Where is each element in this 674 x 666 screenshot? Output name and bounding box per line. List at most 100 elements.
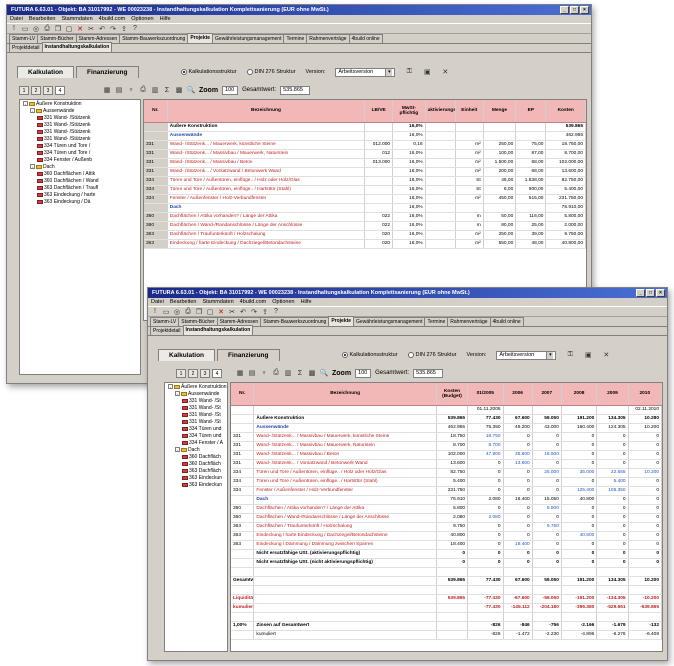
chart-icon[interactable]: ▥ <box>284 369 292 377</box>
table-row[interactable]: 1,00% Zinsen auf Gesamtwert -826 -846 -756 -2… <box>231 621 662 631</box>
zoom-input[interactable]: 100 <box>355 368 372 378</box>
copy-icon[interactable]: ❐ <box>195 308 203 316</box>
column-header[interactable]: LB/VE <box>364 100 394 123</box>
tab-item[interactable]: Gewährleistungsmanagement <box>353 317 426 326</box>
info-icon[interactable]: ! <box>10 25 18 33</box>
level-button[interactable]: 1 <box>19 85 29 95</box>
tab-item[interactable]: Termine <box>283 34 308 43</box>
expand-toggle[interactable]: - <box>175 447 180 452</box>
tree-item[interactable]: 360 Dachfläch <box>165 453 227 460</box>
menu-item[interactable]: 4build.com <box>99 16 126 22</box>
column-header[interactable]: Bezeichnung <box>253 383 437 406</box>
calc-icon[interactable]: ▩ <box>175 86 183 94</box>
tab-item[interactable]: Stamm-LV <box>9 34 39 43</box>
tree-item[interactable]: 331 Wand- /Stützenk <box>20 128 140 135</box>
redo-icon[interactable]: ↷ <box>109 25 117 33</box>
minimize-button[interactable]: _ <box>636 289 645 297</box>
chart-icon[interactable]: ▥ <box>151 86 159 94</box>
sum-icon[interactable]: Σ <box>163 86 171 94</box>
column-header[interactable]: Menge <box>483 100 517 123</box>
column-header[interactable]: 2009 <box>596 383 629 406</box>
minimize-button[interactable]: _ <box>560 6 569 14</box>
tree-item[interactable]: 331 Wand- /St <box>165 418 227 425</box>
expand-toggle[interactable]: - <box>23 101 28 106</box>
lock-icon[interactable]: ⚿ <box>566 351 574 359</box>
copy-icon[interactable]: ❐ <box>54 25 62 33</box>
tree-item[interactable]: - Dach <box>20 163 140 170</box>
subtab-item[interactable]: Instandhaltungskalkulation <box>41 42 113 52</box>
tree-item[interactable]: 360 Dachflächen / Wand <box>20 177 140 184</box>
table-row[interactable]: Äußere Konstruktion 16,0% 539.865 <box>144 122 586 132</box>
tree-item[interactable]: 334 Fenster / Außenb <box>20 156 140 163</box>
table-row[interactable]: Dach 16,0% 76.910,00 <box>144 203 586 213</box>
radio-din276[interactable]: DIN 276 Struktur <box>246 69 295 75</box>
tree-item[interactable]: 334 Türen und <box>165 432 227 439</box>
menu-item[interactable]: Stammdaten <box>202 299 233 305</box>
column-header[interactable]: Bezeichnung <box>167 100 366 123</box>
tree-item[interactable]: 334 Türen und Tore / <box>20 149 140 156</box>
tree-item[interactable]: - Aussenwände <box>20 107 140 114</box>
column-header[interactable]: aktivierungspfl. <box>425 100 456 123</box>
table-row[interactable]: 334 Türen und Tore / Außentüren, einflüge… <box>231 477 662 487</box>
table-row[interactable]: 331 Wand- /Stützenk... / Mauerwerk, künst… <box>144 140 586 150</box>
menu-item[interactable]: Datei <box>10 16 23 22</box>
tree-item[interactable]: 331 Wand- /Stützenk <box>20 114 140 121</box>
tree-item[interactable]: 331 Wand- /St <box>165 411 227 418</box>
tab-finanzierung[interactable]: Finanzierung <box>76 66 139 78</box>
tab-item[interactable]: Stamm-Bauwerkszuordnung <box>119 34 189 43</box>
tree-item[interactable]: - Aussenwände <box>165 390 227 397</box>
subtab-item[interactable]: Instandhaltungskalkulation <box>182 325 254 335</box>
column-header[interactable]: 2008 <box>561 383 598 406</box>
maximize-button[interactable]: □ <box>570 6 579 14</box>
version-select[interactable]: Arbeitsversion ▾ <box>335 67 396 77</box>
save-icon[interactable]: ▣ <box>423 68 431 76</box>
radio-kalkulationsstruktur[interactable]: Kalkulationsstruktur <box>341 352 398 358</box>
menu-item[interactable]: Stammdaten <box>61 16 92 22</box>
open-icon[interactable]: ◎ <box>32 25 40 33</box>
lock-icon[interactable]: ⚿ <box>405 68 413 76</box>
table-row[interactable]: 363 Dachflächen / Traufunterkünft / Holzs… <box>144 230 586 240</box>
tree-item[interactable]: 363 Eindeckung / Dä <box>20 198 140 205</box>
table-row[interactable]: kumuliert -77.430 -145.112 -204.180 -395.380… <box>231 603 662 613</box>
table-row[interactable]: 331 Wand- /Stützenk... / Vorsatzwand / Be… <box>231 459 662 469</box>
subtab-item[interactable]: Projektdetail <box>9 43 43 52</box>
help-icon[interactable]: ? <box>272 308 280 316</box>
info-icon[interactable]: ! <box>151 308 159 316</box>
table-row[interactable]: 363 Eindeckung / Dämmung / Dämmung zwisch… <box>231 540 662 550</box>
menu-item[interactable]: Datei <box>151 299 164 305</box>
save-icon[interactable]: ▣ <box>584 351 592 359</box>
column-header[interactable]: EP <box>515 100 547 123</box>
calc-icon[interactable]: ▩ <box>308 369 316 377</box>
undo-icon[interactable]: ↶ <box>98 25 106 33</box>
column-header[interactable]: Einheit <box>455 100 484 123</box>
expand-toggle[interactable]: - <box>175 391 180 396</box>
table-row[interactable]: 334 Fenster / Außenfenster / Holz-Verbund… <box>231 486 662 496</box>
table-row[interactable]: 360 Dachflächen / Attika vorhanden? / Län… <box>231 504 662 514</box>
export-icon[interactable]: ⇪ <box>120 25 128 33</box>
grid-icon[interactable]: ▦ <box>103 86 111 94</box>
table-row[interactable]: Liquiditätsplanung (-) 539.865-77.430-67.… <box>231 594 662 604</box>
column-header[interactable]: 2006 <box>503 383 533 406</box>
tree-item[interactable]: 331 Wand- /St <box>165 404 227 411</box>
tab-kalkulation[interactable]: Kalkulation <box>17 66 75 78</box>
table-row[interactable]: 363 Eindeckung / harte Eindeckung / Dachz… <box>231 531 662 541</box>
new-icon[interactable]: ▭ <box>162 308 170 316</box>
table-row[interactable]: 331 Wand- /Stützenk... / Massivbau / Beto… <box>144 158 586 168</box>
table-row[interactable]: 331 Wand- /Stützenk... / Massivbau / Maue… <box>231 441 662 451</box>
tab-kalkulation[interactable]: Kalkulation <box>158 349 216 361</box>
level-button[interactable]: 4 <box>212 368 222 378</box>
menu-item[interactable]: Bearbeiten <box>29 16 56 22</box>
redo-icon[interactable]: ↷ <box>250 308 258 316</box>
tab-item[interactable]: Rahmenverträge <box>447 317 491 326</box>
subtab-item[interactable]: Projektdetail <box>150 326 184 335</box>
table-row[interactable]: Äußere Konstruktion 539.865 77.430 67.600 59… <box>231 414 662 424</box>
print2-icon[interactable]: ⎙ <box>139 86 147 94</box>
tab-item[interactable]: 4build online <box>348 34 383 43</box>
tree-item[interactable]: 331 Wand- /Stützenk <box>20 135 140 142</box>
tree-item[interactable]: - Äußere Konstruktion <box>165 383 227 390</box>
close-small-icon[interactable]: ✕ <box>602 351 610 359</box>
table-row[interactable]: Gesamtwert ohne Finanzierung 539.86577.43… <box>231 576 662 586</box>
table-row[interactable]: 360 Dachflächen / Wand-/Randanschlüsse / … <box>144 221 586 231</box>
tree-item[interactable]: 360 Dachflächen / Attik <box>20 170 140 177</box>
level-button[interactable]: 2 <box>188 368 198 378</box>
